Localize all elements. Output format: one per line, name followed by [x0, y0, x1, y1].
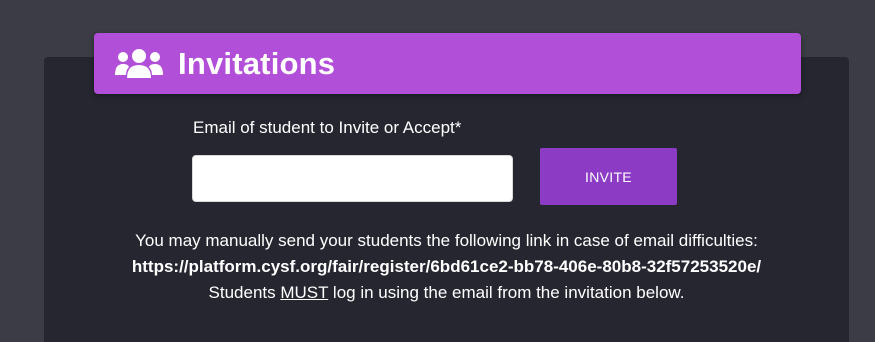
registration-link[interactable]: https://platform.cysf.org/fair/register/…: [132, 257, 761, 276]
login-note-suffix: log in using the email from the invitati…: [328, 283, 685, 302]
email-field-label: Email of student to Invite or Accept*: [193, 118, 462, 137]
page: Invitations Email of student to Invite o…: [0, 0, 875, 342]
email-field[interactable]: [192, 155, 513, 202]
invite-button[interactable]: INVITE: [540, 148, 677, 205]
invitations-header: Invitations: [94, 33, 801, 94]
users-icon: [114, 46, 164, 82]
must-emphasis: MUST: [280, 283, 329, 302]
page-title: Invitations: [178, 45, 336, 81]
manual-link-info: You may manually send your students the …: [44, 228, 849, 306]
login-note: Students MUST log in using the email fro…: [44, 280, 849, 306]
info-line: You may manually send your students the …: [135, 231, 758, 250]
login-note-prefix: Students: [208, 283, 281, 302]
